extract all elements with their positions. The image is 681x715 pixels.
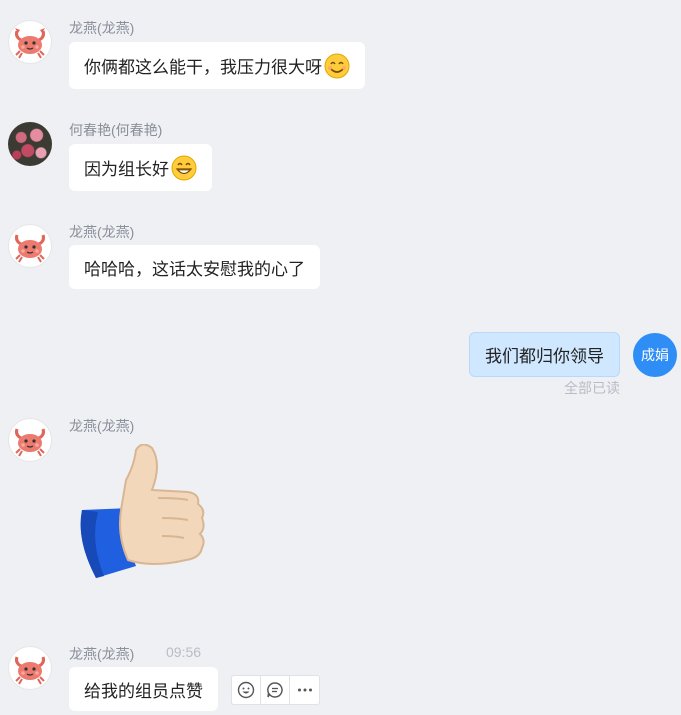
reply-button[interactable]: [261, 676, 290, 704]
sender-name: 龙燕(龙燕): [69, 418, 135, 434]
my-avatar[interactable]: 成娟: [633, 333, 677, 377]
reply-icon: [267, 682, 283, 698]
chat-window: 龙燕(龙燕) 你俩都这么能干，我压力很大呀 何春艳(何春艳) 因为组长好 龙燕(…: [0, 0, 681, 715]
avatar[interactable]: [8, 224, 52, 268]
message-text: 你俩都这么能干，我压力很大呀: [84, 58, 322, 77]
emoji-reaction-icon: [237, 681, 255, 699]
sender-name: 龙燕(龙燕): [69, 20, 135, 36]
my-message-bubble[interactable]: 我们都归你领导: [469, 332, 620, 377]
message-bubble[interactable]: 你俩都这么能干，我压力很大呀: [69, 42, 365, 89]
grinning-face-emoji-icon: [171, 155, 197, 180]
crab-icon: [15, 28, 45, 59]
emoji-reaction-button[interactable]: [232, 676, 261, 704]
message-text: 给我的组员点赞: [84, 681, 203, 701]
message-text: 因为组长好: [84, 160, 169, 179]
crab-icon: [15, 656, 45, 685]
message-time: 09:56: [166, 644, 202, 660]
sender-name: 何春艳(何春艳): [69, 122, 163, 138]
sender-name: 龙燕(龙燕): [69, 224, 135, 240]
message-text: 我们都归你领导: [485, 347, 604, 366]
avatar[interactable]: [8, 122, 52, 166]
crab-icon: [15, 428, 45, 457]
message-bubble[interactable]: 哈哈哈，这话太安慰我的心了: [69, 245, 320, 289]
more-icon: [297, 688, 312, 692]
message-text: 哈哈哈，这话太安慰我的心了: [84, 259, 305, 279]
avatar[interactable]: [8, 418, 52, 462]
sender-name: 龙燕(龙燕): [69, 646, 135, 662]
smiling-face-emoji-icon: [324, 53, 350, 78]
thumbs-up-sticker-icon[interactable]: [74, 444, 214, 582]
message-bubble[interactable]: 给我的组员点赞: [69, 667, 218, 711]
avatar[interactable]: [8, 20, 52, 64]
read-status[interactable]: 全部已读: [564, 378, 620, 398]
message-actions: [231, 675, 320, 705]
crab-icon: [15, 234, 45, 263]
avatar[interactable]: [8, 646, 52, 690]
more-button[interactable]: [290, 676, 319, 704]
message-bubble[interactable]: 因为组长好: [69, 144, 212, 191]
